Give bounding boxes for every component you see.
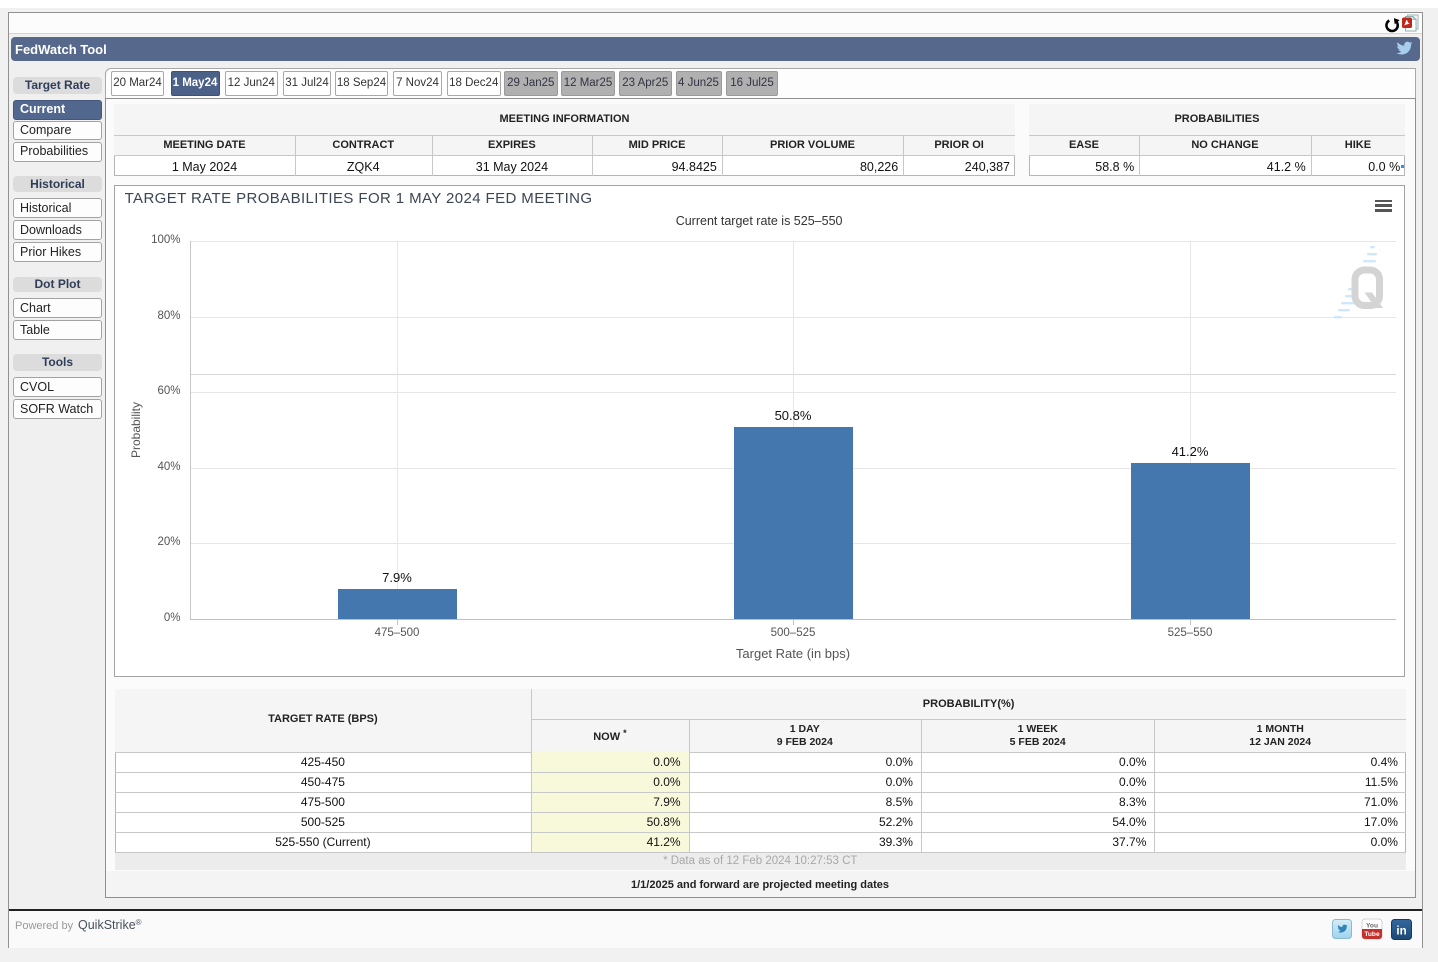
svg-text:in: in xyxy=(1396,925,1406,937)
svg-text:Tube: Tube xyxy=(1364,931,1380,938)
svg-text:You: You xyxy=(1366,923,1378,930)
